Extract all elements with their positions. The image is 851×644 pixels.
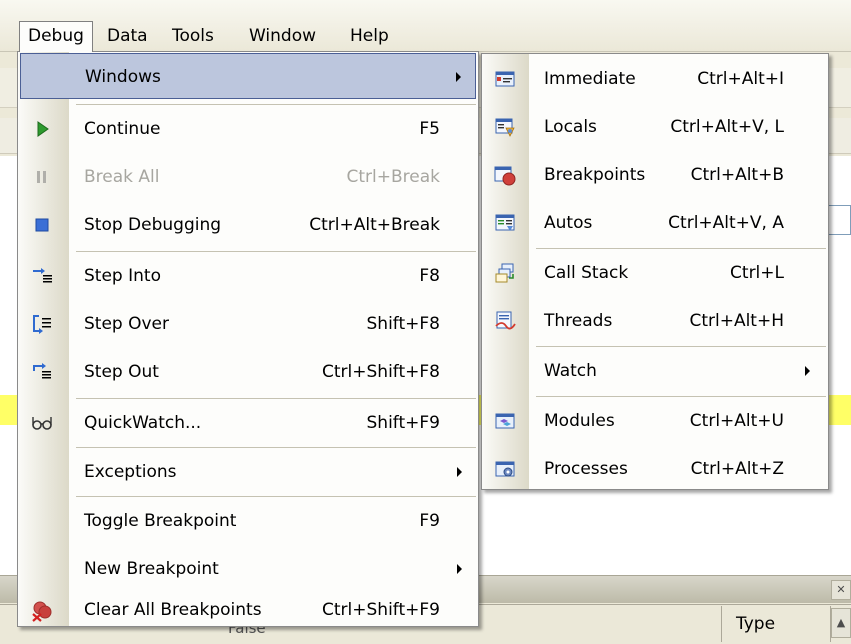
menu-item-stop-debugging[interactable]: Stop Debugging Ctrl+Alt+Break [20,202,476,248]
menu-separator [76,104,476,105]
processes-icon [494,458,516,480]
menu-help[interactable]: Help [342,22,397,50]
close-icon[interactable]: ✕ [831,580,851,600]
breakpoints-window-icon [494,164,516,186]
menu-item-modules[interactable]: Modules Ctrl+Alt+U [484,398,826,444]
menu-item-shortcut: F8 [419,266,440,286]
menu-item-shortcut: Ctrl+Alt+V, A [668,213,784,233]
submenu-arrow-icon [456,72,461,82]
menu-item-breakpoints[interactable]: Breakpoints Ctrl+Alt+B [484,152,826,198]
scroll-up-icon[interactable]: ▲ [831,608,851,638]
menu-item-label: Exceptions [84,462,177,482]
menu-item-immediate[interactable]: Immediate Ctrl+Alt+I [484,56,826,102]
menu-item-label: Watch [544,361,597,381]
windows-submenu: Immediate Ctrl+Alt+I Locals Ctrl+Alt+V, … [481,53,829,490]
submenu-arrow-icon [457,564,462,574]
menu-item-shortcut: F5 [419,119,440,139]
menu-item-step-over[interactable]: Step Over Shift+F8 [20,301,476,347]
menu-item-shortcut: Shift+F9 [366,413,440,433]
menu-item-label: Step Into [84,266,161,286]
menu-data[interactable]: Data [99,22,156,50]
menu-separator [76,398,476,399]
immediate-window-icon [494,68,516,90]
menu-item-label: QuickWatch... [84,413,202,433]
menu-separator [536,396,826,397]
menu-item-label: Modules [544,411,615,431]
step-into-icon [31,265,53,287]
menu-item-shortcut: Ctrl+Alt+V, L [670,117,784,137]
menu-item-shortcut: Ctrl+Alt+I [697,69,784,89]
menu-item-call-stack[interactable]: Call Stack Ctrl+L [484,250,826,296]
menu-item-label: Immediate [544,69,636,89]
menu-item-shortcut: Ctrl+Shift+F9 [322,600,440,620]
menu-debug[interactable]: Debug [19,21,93,52]
locals-window-icon [494,116,516,138]
menu-item-exceptions[interactable]: Exceptions [20,449,476,495]
menu-item-shortcut: Shift+F8 [366,314,440,334]
menu-window[interactable]: Window [241,22,324,50]
menu-item-label: Locals [544,117,597,137]
menu-item-label: Break All [84,167,160,187]
menu-item-step-out[interactable]: Step Out Ctrl+Shift+F8 [20,349,476,395]
menu-separator [76,496,476,497]
menu-item-label: Call Stack [544,263,629,283]
menu-item-watch[interactable]: Watch [484,348,826,394]
play-icon [31,118,53,140]
menu-item-new-breakpoint[interactable]: New Breakpoint [20,546,476,592]
glasses-icon [31,412,53,434]
menu-separator [536,346,826,347]
menu-item-quickwatch[interactable]: QuickWatch... Shift+F9 [20,400,476,446]
menu-item-label: Continue [84,119,161,139]
menu-item-shortcut: Ctrl+Break [346,167,441,187]
menu-item-break-all[interactable]: Break All Ctrl+Break [20,154,476,200]
menu-separator [76,251,476,252]
pause-icon [31,166,53,188]
menu-tools[interactable]: Tools [164,22,222,50]
autos-window-icon [494,212,516,234]
menu-item-shortcut: F9 [419,511,440,531]
submenu-arrow-icon [457,467,462,477]
menu-item-label: Step Over [84,314,169,334]
menu-item-step-into[interactable]: Step Into F8 [20,253,476,299]
menu-item-locals[interactable]: Locals Ctrl+Alt+V, L [484,104,826,150]
clear-breakpoints-icon [31,600,53,622]
column-header-type[interactable]: Type [721,606,831,642]
menu-bar: Debug Data Tools Window Help [0,0,851,52]
modules-icon [494,410,516,432]
menu-item-label: Autos [544,213,593,233]
menu-item-label: Step Out [84,362,159,382]
menu-item-label: Stop Debugging [84,215,222,235]
debug-menu: Windows Continue F5 Break All Ctrl+Break… [17,51,479,627]
submenu-arrow-icon [805,366,810,376]
menu-item-shortcut: Ctrl+Alt+B [690,165,784,185]
menu-item-shortcut: Ctrl+Shift+F8 [322,362,440,382]
menu-separator [76,447,476,448]
menu-item-shortcut: Ctrl+L [730,263,784,283]
menu-item-label: Breakpoints [544,165,646,185]
menu-item-label: Clear All Breakpoints [84,600,262,620]
stop-icon [31,214,53,236]
step-out-icon [31,361,53,383]
menu-item-label: Toggle Breakpoint [84,511,237,531]
menu-item-shortcut: Ctrl+Alt+Break [309,215,440,235]
menu-item-label: New Breakpoint [84,559,219,579]
menu-item-clear-all-breakpoints[interactable]: Clear All Breakpoints Ctrl+Shift+F9 [20,594,476,626]
menu-item-shortcut: Ctrl+Alt+H [689,311,784,331]
menu-item-label: Processes [544,459,628,479]
call-stack-icon [494,262,516,284]
menu-item-label: Threads [544,311,613,331]
menu-item-toggle-breakpoint[interactable]: Toggle Breakpoint F9 [20,498,476,544]
threads-icon [494,310,516,332]
menu-item-continue[interactable]: Continue F5 [20,106,476,152]
menu-item-processes[interactable]: Processes Ctrl+Alt+Z [484,446,826,492]
step-over-icon [31,313,53,335]
menu-item-label: Windows [85,67,161,87]
menu-item-shortcut: Ctrl+Alt+Z [690,459,784,479]
menu-item-windows[interactable]: Windows [20,53,476,99]
menu-item-threads[interactable]: Threads Ctrl+Alt+H [484,298,826,344]
menu-item-autos[interactable]: Autos Ctrl+Alt+V, A [484,200,826,246]
menu-item-shortcut: Ctrl+Alt+U [689,411,784,431]
menu-separator [536,248,826,249]
